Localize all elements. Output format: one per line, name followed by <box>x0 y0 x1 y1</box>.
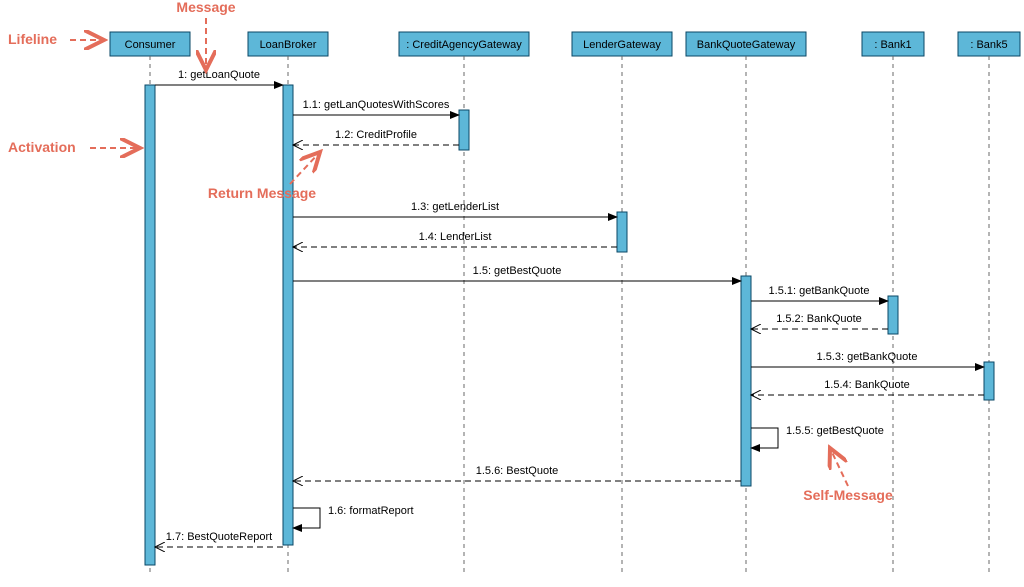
message-label: 1.4: LenderList <box>419 231 492 243</box>
message-label: 1.7: BestQuoteReport <box>166 531 272 543</box>
message-label: 1: getLoanQuote <box>178 69 260 81</box>
message-label: 1.5.1: getBankQuote <box>769 285 870 297</box>
message-label: 1.5.2: BankQuote <box>776 313 862 325</box>
annotation-message: Message <box>176 0 235 15</box>
message-label: 1.1: getLanQuotesWithScores <box>303 99 450 111</box>
message-label: 1.6: formatReport <box>328 505 414 517</box>
lifeline-label: Consumer <box>125 39 176 51</box>
message-self <box>751 428 778 448</box>
message-label: 1.2: CreditProfile <box>335 129 417 141</box>
message-label: 1.5.6: BestQuote <box>476 465 559 477</box>
activation-bank1 <box>888 296 898 334</box>
lifeline-label: LenderGateway <box>583 39 661 51</box>
annotation-self-message: Self-Message <box>803 487 893 503</box>
annotation-return-message: Return Message <box>208 185 316 201</box>
message-label: 1.3: getLenderList <box>411 201 499 213</box>
annotation-arrow <box>290 152 320 184</box>
sequence-diagram: Consumer LoanBroker : CreditAgencyGatewa… <box>0 0 1024 587</box>
lifeline-lendergw: LenderGateway <box>572 32 672 575</box>
activation-bank5 <box>984 362 994 400</box>
lifeline-label: : Bank5 <box>970 39 1007 51</box>
lifeline-bank5: : Bank5 <box>958 32 1020 575</box>
lifeline-label: LoanBroker <box>260 39 317 51</box>
activation-lendergw <box>617 212 627 252</box>
activation-bankquotegw <box>741 276 751 486</box>
activation-loanbroker <box>283 85 293 545</box>
activation-consumer <box>145 85 155 565</box>
lifeline-label: : Bank1 <box>874 39 911 51</box>
lifeline-label: BankQuoteGateway <box>697 39 796 51</box>
message-label: 1.5.4: BankQuote <box>824 379 910 391</box>
activation-creditagency <box>459 110 469 150</box>
annotation-arrow <box>830 448 848 486</box>
message-self <box>293 508 320 528</box>
lifeline-label: : CreditAgencyGateway <box>406 39 522 51</box>
annotation-lifeline: Lifeline <box>8 31 57 47</box>
annotation-activation: Activation <box>8 139 76 155</box>
message-label: 1.5: getBestQuote <box>473 265 562 277</box>
message-label: 1.5.3: getBankQuote <box>817 351 918 363</box>
message-label: 1.5.5: getBestQuote <box>786 425 884 437</box>
